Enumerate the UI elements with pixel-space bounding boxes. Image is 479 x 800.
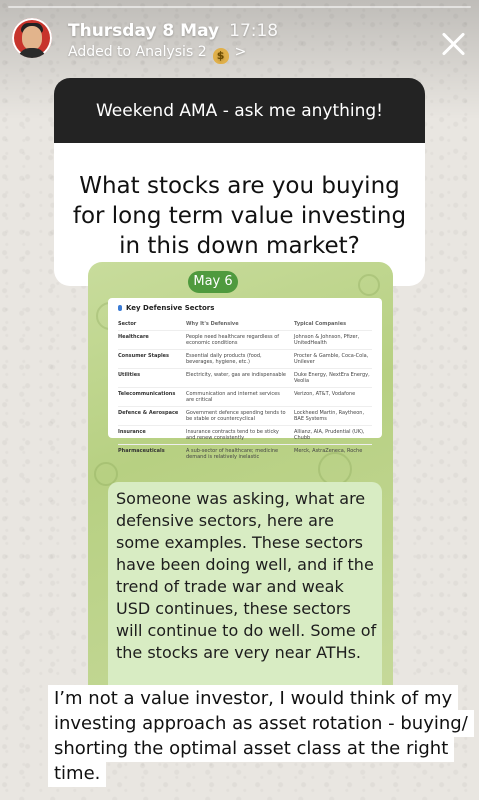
highlight-link[interactable]: Added to Analysis 2 $ >	[68, 44, 246, 64]
chevron-right-icon: >	[234, 44, 247, 60]
story-header-title: Thursday 8 May 17:18	[68, 21, 278, 41]
table-row: Consumer Staples Essential daily product…	[118, 349, 372, 368]
table-row: Telecommunications Communication and int…	[118, 387, 372, 406]
table-title: Key Defensive Sectors	[118, 304, 372, 312]
money-bag-icon: $	[212, 48, 229, 64]
story-time: 17:18	[229, 21, 279, 41]
table-row: Utilities Electricity, water, gas are in…	[118, 368, 372, 387]
highlight-label: Added to Analysis 2	[68, 44, 207, 60]
shared-post-screenshot: May 6 Key Defensive Sectors Sector Why I…	[88, 262, 393, 700]
table-row: Healthcare People need healthcare regard…	[118, 330, 372, 349]
story-progress-bar	[8, 6, 471, 8]
question-prompt: Weekend AMA - ask me anything!	[54, 78, 425, 143]
close-button[interactable]	[438, 28, 470, 60]
story-date: Thursday 8 May	[68, 21, 220, 41]
question-text: What stocks are you buying for long term…	[72, 173, 407, 259]
date-pill: May 6	[188, 271, 238, 293]
shield-icon	[118, 305, 122, 311]
table-row: Insurance Insurance contracts tend to be…	[118, 425, 372, 444]
message-text: Someone was asking, what are defensive s…	[116, 489, 377, 662]
story-caption: I’m not a value investor, I would think …	[48, 685, 474, 787]
table-row: Pharmaceuticals A sub-sector of healthca…	[118, 444, 372, 463]
question-sticker: Weekend AMA - ask me anything! What stoc…	[54, 78, 425, 286]
avatar[interactable]	[12, 18, 52, 58]
table-header-row: Sector Why It's Defensive Typical Compan…	[118, 321, 347, 327]
defensive-sectors-table: Key Defensive Sectors Sector Why It's De…	[108, 298, 382, 460]
table-row: Defence & Aerospace Government defence s…	[118, 406, 372, 425]
